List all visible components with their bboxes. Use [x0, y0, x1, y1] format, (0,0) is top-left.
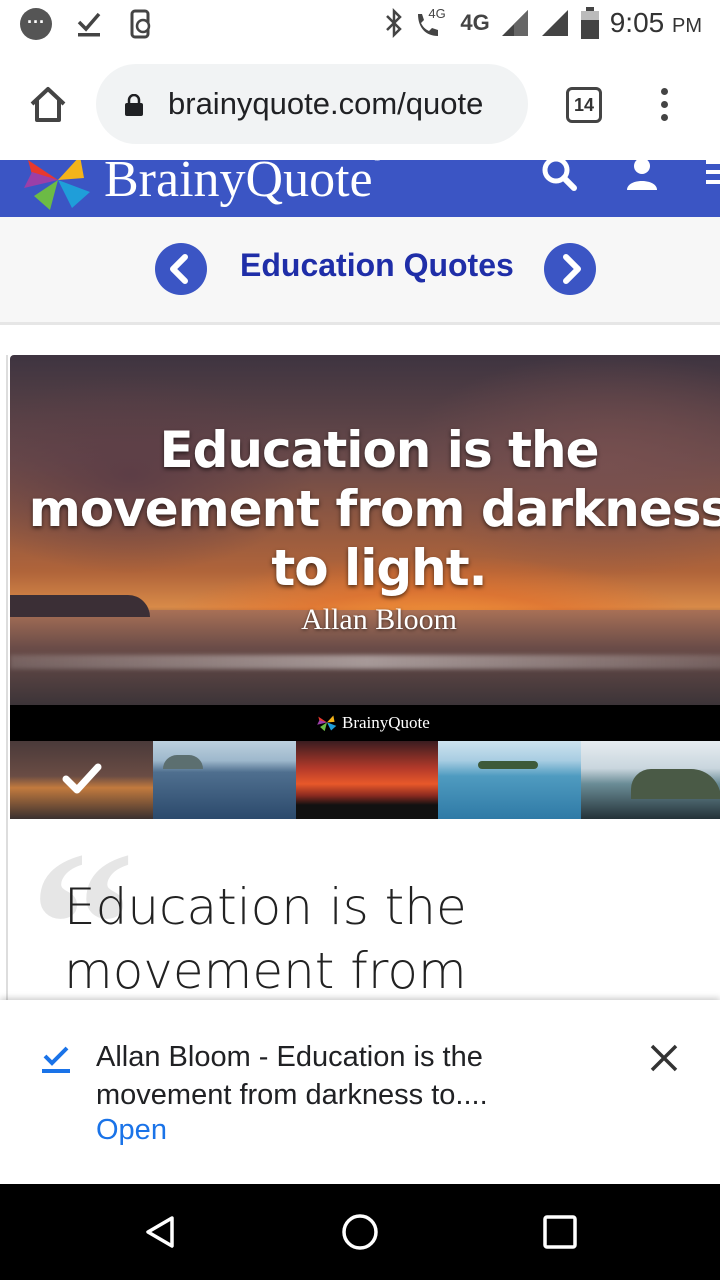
url-text: brainyquote.com/quote: [168, 86, 484, 121]
system-nav-bar: [0, 1184, 720, 1280]
browser-toolbar: brainyquote.com/quote 14: [0, 50, 720, 160]
clock-time: 9:05: [609, 7, 665, 38]
picture-quote-text: Education is the movement from darkness …: [28, 421, 720, 597]
status-bar: ··· 4G 4G 9:05 PM: [0, 0, 720, 50]
home-icon[interactable]: [26, 82, 70, 126]
back-icon[interactable]: [140, 1212, 180, 1252]
circle-home-icon[interactable]: [340, 1212, 380, 1252]
quote-text: Education is the movement from: [64, 878, 467, 1000]
hamburger-icon[interactable]: [706, 160, 720, 190]
clock-ampm: PM: [672, 15, 702, 37]
open-download-link[interactable]: Open: [96, 1114, 167, 1147]
signal-icon: [541, 10, 568, 36]
screen-rotate-icon: [130, 9, 151, 39]
download-done-icon: [77, 12, 101, 37]
user-icon[interactable]: [624, 160, 660, 192]
topic-nav: Education Quotes: [0, 217, 720, 325]
brainyquote-small-logo-icon: [317, 715, 337, 732]
logo-text: BrainyQuote: [104, 160, 373, 208]
close-icon[interactable]: [646, 1040, 682, 1076]
network-small-label: 4G: [428, 6, 446, 21]
brainyquote-logo-mark[interactable]: [20, 160, 96, 212]
chat-icon: ···: [20, 8, 52, 40]
download-done-icon: [42, 1046, 70, 1073]
download-title: Allan Bloom - Education is the movement …: [96, 1041, 488, 1111]
site-header: BrainyQuote®: [0, 160, 720, 217]
chevron-left-icon: [170, 254, 188, 284]
network-label: 4G: [460, 10, 490, 35]
clock: 9:05 PM: [610, 7, 702, 39]
lock-icon: [125, 94, 143, 116]
background-thumbnail-red-sky[interactable]: [295, 741, 439, 819]
topic-title[interactable]: Education Quotes: [240, 247, 514, 284]
background-thumbnail-strip: [10, 741, 720, 819]
check-icon: [62, 763, 102, 794]
quote-card: Education is the movement from darkness …: [6, 355, 720, 1030]
picture-brand-strip: BrainyQuote: [10, 705, 720, 741]
quote-picture[interactable]: Education is the movement from darkness …: [10, 355, 720, 705]
background-thumbnail-coast[interactable]: [581, 741, 720, 819]
square-recent-icon[interactable]: [542, 1214, 578, 1250]
bluetooth-icon: [386, 7, 403, 39]
search-icon[interactable]: [540, 160, 580, 194]
tabs-icon[interactable]: 14: [566, 87, 602, 123]
battery-icon: [580, 7, 599, 39]
more-icon[interactable]: [654, 84, 674, 128]
url-bar[interactable]: brainyquote.com/quote: [96, 64, 528, 144]
logo-registered-mark: ®: [373, 160, 382, 164]
picture-quote-author: Allan Bloom: [301, 603, 457, 636]
signal-icon: [501, 10, 528, 36]
background-thumbnail-sunset-selected[interactable]: [10, 741, 153, 819]
background-thumbnail-lake[interactable]: [152, 741, 296, 819]
brand-strip-text: BrainyQuote: [342, 713, 430, 732]
brainyquote-logo-text[interactable]: BrainyQuote®: [104, 160, 382, 209]
wave-highlight: [10, 655, 720, 669]
background-thumbnail-islands[interactable]: [438, 741, 582, 819]
next-topic-button[interactable]: [544, 243, 596, 295]
download-complete-bar: Allan Bloom - Education is the movement …: [0, 1000, 720, 1184]
wifi-calling-icon: 4G: [414, 6, 450, 40]
previous-topic-button[interactable]: [155, 243, 207, 295]
chevron-right-icon: [563, 254, 581, 284]
